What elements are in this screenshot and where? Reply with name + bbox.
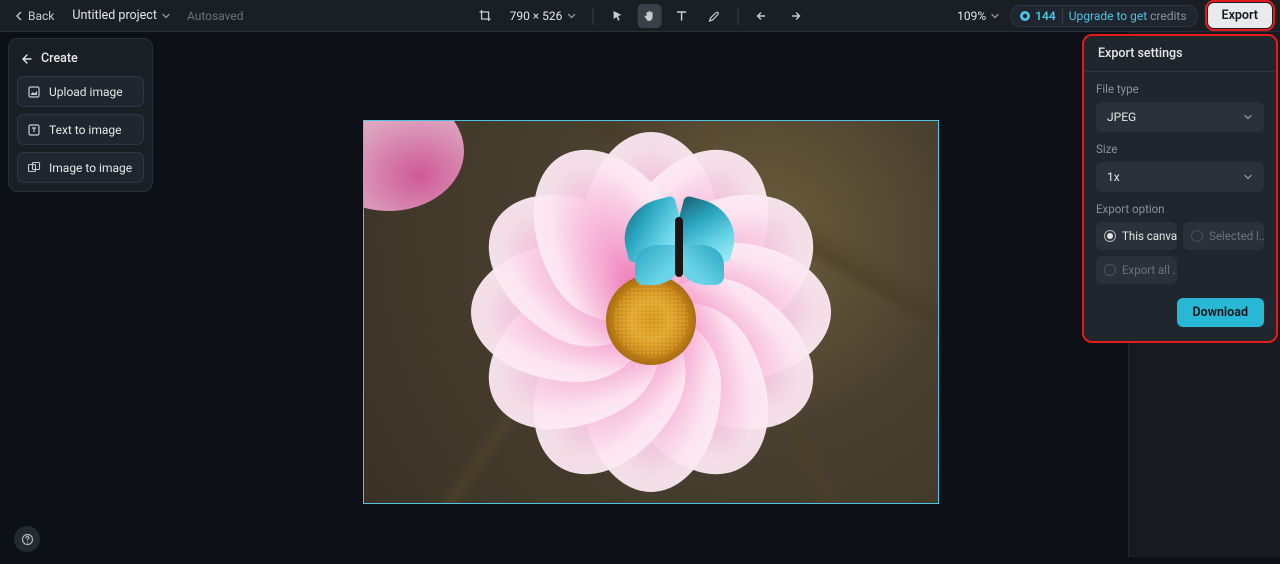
upload-image-icon	[26, 84, 41, 99]
download-button[interactable]: Download	[1177, 298, 1265, 327]
export-settings-panel: Export settings File type JPEG Size 1x E…	[1084, 36, 1276, 341]
file-type-select[interactable]: JPEG	[1096, 102, 1264, 132]
option-this-canvas[interactable]: This canvas	[1096, 222, 1177, 250]
redo-button[interactable]	[782, 4, 806, 28]
radio-icon	[1191, 230, 1203, 242]
crop-icon	[479, 9, 493, 23]
canvas-dimensions-dropdown[interactable]: 790 × 526	[506, 5, 581, 27]
toolbar-divider	[592, 7, 593, 25]
text-icon	[674, 9, 688, 23]
credits-count: 144	[1035, 9, 1056, 23]
option-selected-layers[interactable]: Selected l...	[1183, 222, 1264, 250]
brush-tool-button[interactable]	[701, 4, 725, 28]
butterfly	[617, 197, 747, 297]
upgrade-link[interactable]: Upgrade to get credits	[1069, 9, 1187, 23]
help-button[interactable]	[14, 526, 40, 552]
back-button[interactable]: Back	[8, 5, 60, 27]
canvas-image[interactable]	[363, 120, 939, 504]
top-toolbar: Back Untitled project Autosaved 790 × 52…	[0, 0, 1280, 32]
export-option-label: Export option	[1096, 202, 1264, 216]
create-label: Create	[41, 51, 78, 66]
sidebar-item-image-to-image[interactable]: Image to image	[17, 152, 144, 183]
zoom-dropdown[interactable]: 109%	[957, 9, 1000, 23]
size-label: Size	[1096, 142, 1264, 156]
radio-icon	[1104, 264, 1116, 276]
create-header: Create	[17, 47, 144, 76]
size-value: 1x	[1107, 170, 1120, 184]
project-name-text: Untitled project	[72, 8, 157, 23]
cursor-tool-button[interactable]	[605, 4, 629, 28]
credits-icon	[1019, 10, 1031, 22]
text-to-image-icon	[26, 122, 41, 137]
chevron-down-icon	[1243, 112, 1253, 122]
redo-icon	[787, 9, 801, 23]
sidebar-item-upload-image[interactable]: Upload image	[17, 76, 144, 107]
sidebar-item-label: Image to image	[49, 161, 132, 175]
chevron-down-icon	[990, 11, 1000, 21]
option-label: Export all ...	[1122, 263, 1177, 277]
export-panel-title: Export settings	[1084, 36, 1276, 72]
chevron-down-icon	[1243, 172, 1253, 182]
sidebar-item-label: Text to image	[49, 123, 122, 137]
option-label: This canvas	[1122, 229, 1177, 243]
dimensions-text: 790 × 526	[510, 9, 563, 23]
cursor-icon	[610, 9, 624, 23]
pill-divider	[1062, 9, 1063, 23]
chevron-down-icon	[161, 11, 171, 21]
toolbar-divider	[737, 7, 738, 25]
text-tool-button[interactable]	[669, 4, 693, 28]
size-select[interactable]: 1x	[1096, 162, 1264, 192]
option-export-all[interactable]: Export all ...	[1096, 256, 1177, 284]
help-icon	[21, 533, 34, 546]
back-label: Back	[28, 9, 54, 23]
brush-icon	[706, 9, 720, 23]
back-arrow-icon	[21, 53, 33, 65]
crop-tool-button[interactable]	[474, 4, 498, 28]
export-button[interactable]: Export	[1208, 3, 1272, 28]
undo-icon	[755, 9, 769, 23]
credits-pill[interactable]: 144 Upgrade to get credits	[1010, 5, 1197, 27]
hand-icon	[642, 9, 656, 23]
chevron-left-icon	[14, 11, 24, 21]
file-type-value: JPEG	[1107, 110, 1136, 124]
project-name-dropdown[interactable]: Untitled project	[66, 4, 177, 27]
hand-tool-button[interactable]	[637, 4, 661, 28]
image-to-image-icon	[26, 160, 41, 175]
sidebar-item-label: Upload image	[49, 85, 123, 99]
undo-button[interactable]	[750, 4, 774, 28]
zoom-value: 109%	[957, 9, 986, 23]
autosaved-status: Autosaved	[187, 9, 244, 23]
file-type-label: File type	[1096, 82, 1264, 96]
create-panel: Create Upload image Text to image Image …	[8, 38, 153, 192]
radio-icon	[1104, 230, 1116, 242]
chevron-down-icon	[566, 11, 576, 21]
option-label: Selected l...	[1209, 229, 1264, 243]
sidebar-item-text-to-image[interactable]: Text to image	[17, 114, 144, 145]
